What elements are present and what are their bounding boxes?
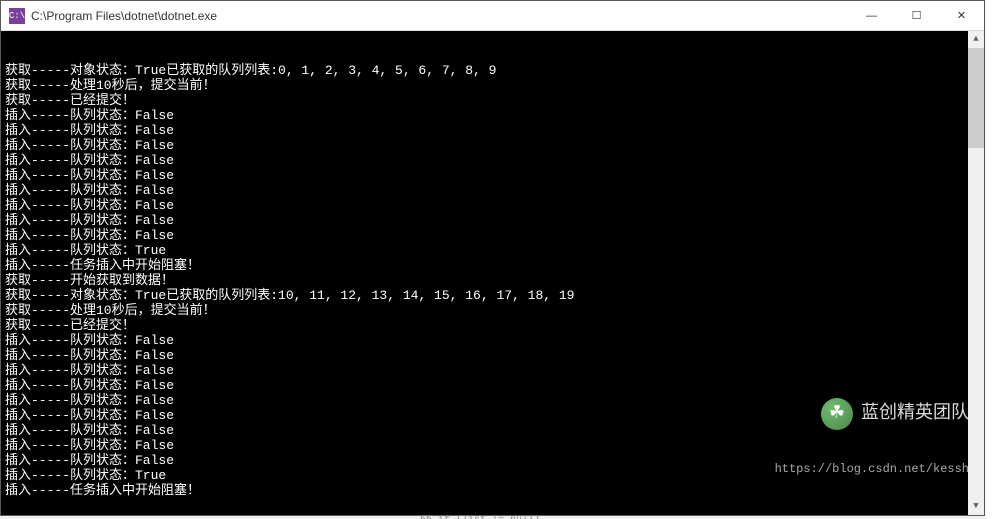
console-line: 插入-----队列状态：False: [5, 123, 980, 138]
console-line: 插入-----队列状态：False: [5, 393, 980, 408]
console-line: 插入-----队列状态：False: [5, 183, 980, 198]
minimize-button[interactable]: —: [849, 1, 894, 30]
console-window: C:\ C:\Program Files\dotnet\dotnet.exe —…: [0, 0, 985, 516]
console-output[interactable]: 获取-----对象状态：True已获取的队列列表:0, 1, 2, 3, 4, …: [1, 31, 984, 515]
window-title: C:\Program Files\dotnet\dotnet.exe: [31, 9, 849, 23]
console-line: 插入-----任务插入中开始阻塞！: [5, 258, 980, 273]
console-line: 插入-----队列状态：False: [5, 453, 980, 468]
scroll-up-arrow[interactable]: ▲: [968, 31, 984, 48]
console-line: 插入-----队列状态：False: [5, 213, 980, 228]
scroll-thumb[interactable]: [968, 48, 984, 148]
console-line: 插入-----队列状态：False: [5, 228, 980, 243]
console-line: 插入-----队列状态：False: [5, 423, 980, 438]
console-line: 插入-----队列状态：True: [5, 468, 980, 483]
right-clipped-edge: i: [986, 0, 993, 519]
app-icon: C:\: [9, 8, 25, 24]
console-line: 获取-----已经提交！: [5, 318, 980, 333]
console-line: 获取-----处理10秒后，提交当前！: [5, 303, 980, 318]
console-line: 插入-----任务插入中开始阻塞！: [5, 483, 980, 498]
console-line: 插入-----队列状态：False: [5, 138, 980, 153]
console-line: 插入-----队列状态：False: [5, 363, 980, 378]
bottom-clipped-code: 55 if (list != null): [420, 515, 993, 519]
console-line: 获取-----处理10秒后，提交当前！: [5, 78, 980, 93]
console-line: 获取-----对象状态：True已获取的队列列表:10, 11, 12, 13,…: [5, 288, 980, 303]
console-line: 插入-----队列状态：False: [5, 378, 980, 393]
console-line: 获取-----对象状态：True已获取的队列列表:0, 1, 2, 3, 4, …: [5, 63, 980, 78]
titlebar[interactable]: C:\ C:\Program Files\dotnet\dotnet.exe —…: [1, 1, 984, 31]
console-line: 插入-----队列状态：False: [5, 438, 980, 453]
scroll-down-arrow[interactable]: ▼: [968, 498, 984, 515]
console-line: 插入-----队列状态：False: [5, 153, 980, 168]
close-button[interactable]: ✕: [939, 1, 984, 30]
console-line: 获取-----已经提交！: [5, 93, 980, 108]
console-line: 插入-----队列状态：False: [5, 168, 980, 183]
console-line: 插入-----队列状态：False: [5, 108, 980, 123]
console-line: 插入-----队列状态：False: [5, 408, 980, 423]
console-line: 插入-----队列状态：False: [5, 348, 980, 363]
console-line: 插入-----队列状态：False: [5, 198, 980, 213]
console-line: 获取-----开始获取到数据！: [5, 273, 980, 288]
vertical-scrollbar[interactable]: ▲ ▼: [968, 31, 984, 515]
window-controls: — ☐ ✕: [849, 1, 984, 30]
console-line: 插入-----队列状态：True: [5, 243, 980, 258]
console-line: 插入-----队列状态：False: [5, 333, 980, 348]
maximize-button[interactable]: ☐: [894, 1, 939, 30]
